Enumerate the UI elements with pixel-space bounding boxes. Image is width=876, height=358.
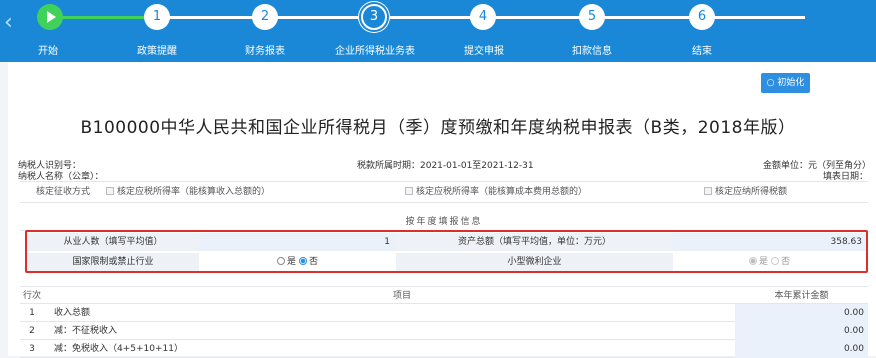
step-label-1: 政策提醒 xyxy=(137,46,177,57)
table-header: 行次 项目 本年累计金额 xyxy=(20,286,868,304)
approval-option-1[interactable]: 核定应税所得率（能核算收入总额的） xyxy=(106,182,270,202)
step-3[interactable]: 3 xyxy=(361,4,387,30)
row-no: 1 xyxy=(29,308,35,318)
approval-option-3[interactable]: 核定应纳所得税额 xyxy=(704,182,787,202)
step-label-start: 开始 xyxy=(38,46,58,57)
step-1[interactable]: 1 xyxy=(144,4,170,30)
step-label-5: 扣款信息 xyxy=(572,46,612,57)
step-5[interactable]: 5 xyxy=(579,4,605,30)
col-row-no: 行次 xyxy=(22,291,41,301)
page-title: B100000中华人民共和国企业所得税月（季）度预缴和年度纳税申报表（B类，20… xyxy=(80,118,796,138)
table-row: 3 减：免税收入（4+5+10+11） 0.00 xyxy=(20,340,868,358)
row-item: 减：不征税收入 xyxy=(54,326,118,336)
table-row: 1 收入总额 0.00 xyxy=(20,304,868,322)
approval-option-2[interactable]: 核定应税所得率（能核算成本费用总额的） xyxy=(405,182,587,202)
step-6[interactable]: 6 xyxy=(689,4,715,30)
divider xyxy=(20,202,868,203)
step-2[interactable]: 2 xyxy=(252,4,278,30)
table-row: 2 减：不征税收入 0.00 xyxy=(20,322,868,340)
row-no: 2 xyxy=(29,326,35,336)
row-no: 3 xyxy=(29,344,35,354)
row-amount[interactable]: 0.00 xyxy=(735,322,868,340)
progress-track-done xyxy=(52,16,155,19)
init-button[interactable]: ○ 初始化 xyxy=(761,73,810,93)
row-item: 收入总额 xyxy=(54,308,91,318)
step-label-3: 企业所得税业务表 xyxy=(335,46,415,57)
highlight-box xyxy=(25,230,868,273)
back-arrow-icon[interactable]: ‹ xyxy=(4,12,18,34)
approval-option-3-label: 核定应纳所得税额 xyxy=(715,187,788,197)
step-start[interactable] xyxy=(37,4,63,30)
tax-period: 税款所属时期：2021-01-01至2021-12-31 xyxy=(357,161,534,171)
checkbox-icon xyxy=(704,187,712,195)
approval-option-2-label: 核定应税所得率（能核算成本费用总额的） xyxy=(416,187,588,197)
init-button-label: 初始化 xyxy=(777,78,805,88)
play-icon xyxy=(47,11,56,23)
step-label-6: 结束 xyxy=(692,46,712,57)
row-amount[interactable]: 0.00 xyxy=(735,340,868,358)
checkbox-icon xyxy=(106,187,114,195)
row-amount[interactable]: 0.00 xyxy=(735,304,868,322)
col-item: 项目 xyxy=(392,291,411,301)
refresh-icon: ○ xyxy=(766,78,778,88)
approval-option-1-label: 核定应税所得率（能核算收入总额的） xyxy=(117,187,271,197)
step-4[interactable]: 4 xyxy=(470,4,496,30)
progress-header: ‹ 1 2 3 4 5 6 开始 政策提醒 财务报表 企业所得税业务表 提交申报… xyxy=(0,0,876,62)
annual-section-title: 按年度填报信息 xyxy=(405,217,483,227)
row-item: 减：免税收入（4+5+10+11） xyxy=(54,344,183,354)
approval-method-label: 核定征收方式 xyxy=(36,187,91,197)
step-label-4: 提交申报 xyxy=(464,46,504,57)
col-amount: 本年累计金额 xyxy=(774,291,829,301)
step-label-2: 财务报表 xyxy=(245,46,285,57)
checkbox-icon xyxy=(405,187,413,195)
